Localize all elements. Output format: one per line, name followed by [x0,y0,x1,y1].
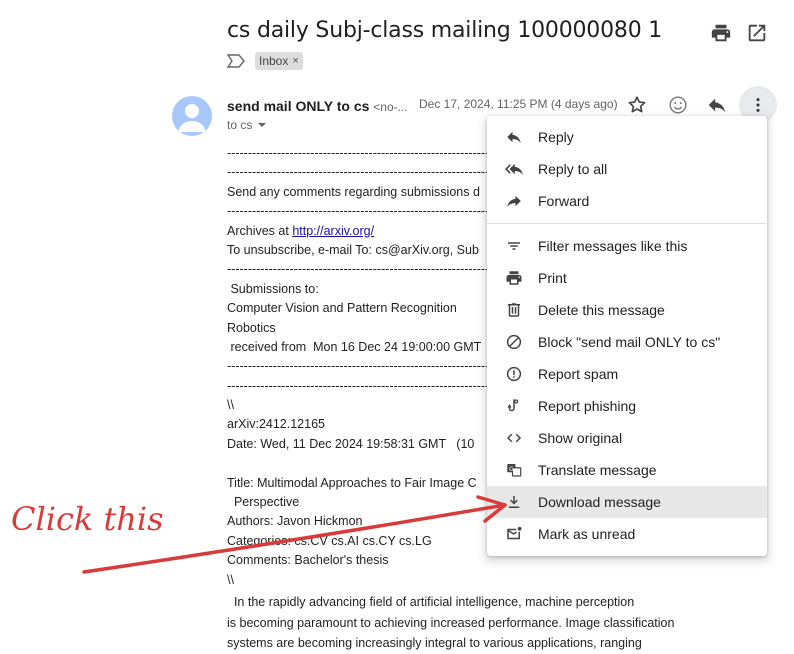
annotation-arrow [82,495,507,574]
